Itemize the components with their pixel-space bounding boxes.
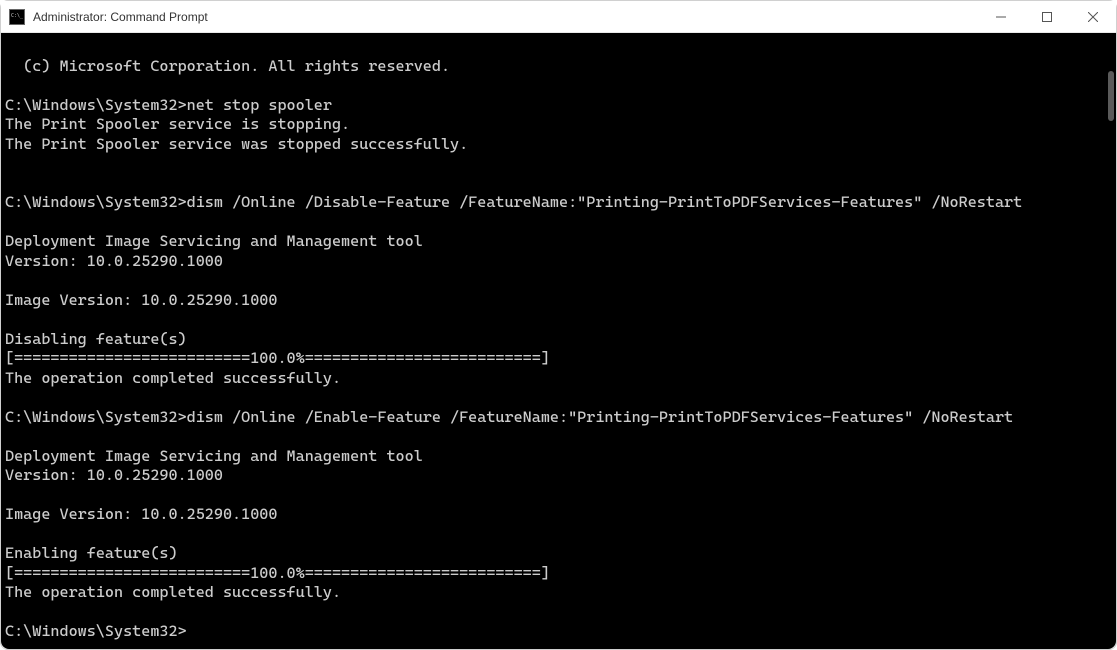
window-title: Administrator: Command Prompt — [33, 10, 208, 24]
terminal-area[interactable]: (c) Microsoft Corporation. All rights re… — [1, 33, 1116, 649]
close-icon — [1088, 12, 1098, 22]
titlebar-left: Administrator: Command Prompt — [9, 9, 208, 25]
minimize-icon — [996, 12, 1006, 22]
window-titlebar[interactable]: Administrator: Command Prompt — [1, 1, 1116, 33]
cmd-icon — [9, 9, 25, 25]
maximize-icon — [1042, 12, 1052, 22]
scrollbar-thumb[interactable] — [1108, 71, 1114, 121]
minimize-button[interactable] — [978, 1, 1024, 33]
maximize-button[interactable] — [1024, 1, 1070, 33]
close-button[interactable] — [1070, 1, 1116, 33]
window-controls — [978, 1, 1116, 32]
scrollbar[interactable] — [1104, 33, 1116, 649]
